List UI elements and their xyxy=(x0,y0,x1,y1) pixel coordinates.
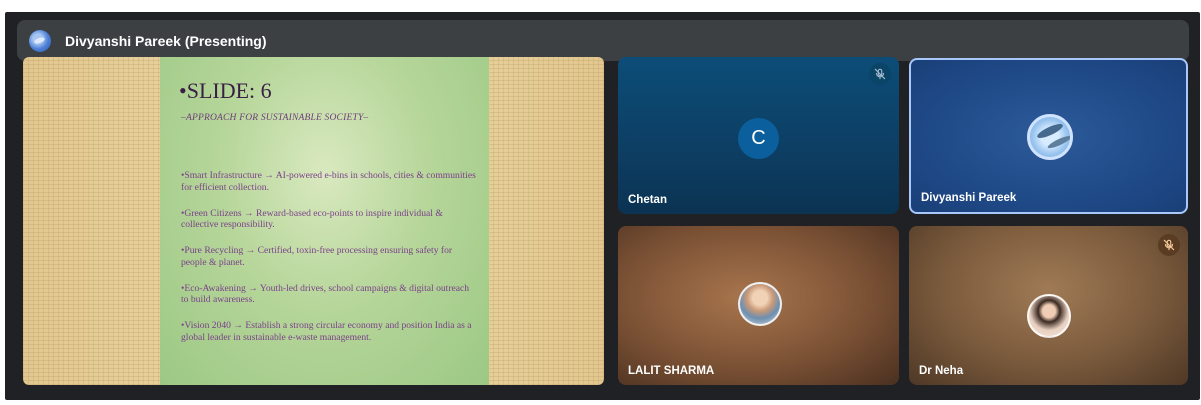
participant-tile-lalit[interactable]: LALIT SHARMA xyxy=(618,226,899,385)
presenter-bar[interactable]: Divyanshi Pareek (Presenting) xyxy=(17,20,1189,61)
slide-subtitle: –APPROACH FOR SUSTAINABLE SOCIETY– xyxy=(181,113,369,123)
participant-name: Chetan xyxy=(628,194,667,206)
participant-name: LALIT SHARMA xyxy=(628,365,715,377)
slide-bullet: •Vision 2040 → Establish a strong circul… xyxy=(181,320,472,343)
avatar xyxy=(1027,294,1071,338)
avatar xyxy=(1027,114,1073,160)
presenter-name: Divyanshi Pareek (Presenting) xyxy=(65,32,267,49)
participant-tile-neha[interactable]: Dr Neha xyxy=(909,226,1188,385)
mic-off-icon xyxy=(1158,234,1180,256)
slide-bullet: •Pure Recycling → Certified, toxin-free … xyxy=(181,245,453,268)
slide-content-panel: •SLIDE: 6 –APPROACH FOR SUSTAINABLE SOCI… xyxy=(160,57,489,385)
slide-bullet: •Eco-Awakening → Youth-led drives, schoo… xyxy=(181,282,470,306)
slide-bullet: •Smart Infrastructure → AI-powered e-bin… xyxy=(181,170,476,193)
avatar: C xyxy=(738,118,779,159)
participant-name: Dr Neha xyxy=(919,365,964,377)
slide-bullet-list: •Smart Infrastructure → AI-powered e-bin… xyxy=(181,170,477,358)
mic-off-icon xyxy=(869,63,891,85)
shared-slide[interactable]: •SLIDE: 6 –APPROACH FOR SUSTAINABLE SOCI… xyxy=(23,57,604,385)
slide-bullet: •Green Citizens → Reward-based eco-point… xyxy=(181,207,443,231)
avatar xyxy=(738,282,782,326)
participant-tile-chetan[interactable]: C Chetan xyxy=(618,57,899,214)
participant-tile-divyanshi[interactable]: Divyanshi Pareek xyxy=(909,58,1188,214)
slide-title: •SLIDE: 6 xyxy=(179,78,272,103)
presenter-avatar xyxy=(29,29,51,52)
participant-name: Divyanshi Pareek xyxy=(921,192,1017,204)
